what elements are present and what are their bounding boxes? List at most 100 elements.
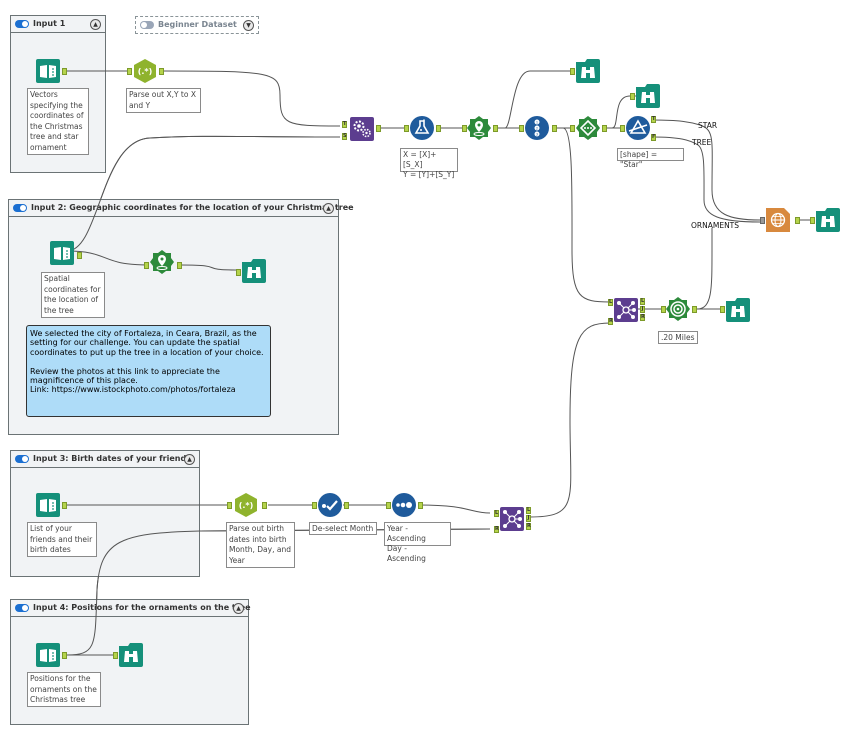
container-toggle[interactable] (15, 455, 29, 463)
input-anchor[interactable] (386, 502, 391, 509)
collapse-icon[interactable]: ▲ (90, 19, 101, 30)
regex-tool-2[interactable]: (.*) (234, 493, 258, 517)
output-anchor[interactable] (376, 125, 381, 132)
input-data-tool-3[interactable] (36, 493, 60, 517)
svg-text:2: 2 (536, 126, 538, 130)
output-anchor[interactable] (62, 502, 67, 509)
binoculars-icon (816, 208, 840, 232)
create-points-tool[interactable] (467, 116, 491, 140)
output-anchor[interactable] (159, 68, 164, 75)
input-anchor[interactable] (144, 262, 149, 269)
input-anchor-right[interactable]: R (494, 526, 499, 533)
input-anchor-multi[interactable] (760, 217, 765, 224)
output-anchor-left[interactable]: L (526, 507, 531, 514)
container-header: Input 4: Positions for the ornaments on … (11, 600, 251, 617)
tool-annotation: De-select Month (309, 522, 377, 535)
container-beginner-dataset[interactable]: Beginner Dataset ▼ (135, 16, 259, 34)
regex-tool-1[interactable]: (.*) (133, 59, 157, 83)
output-anchor[interactable] (177, 262, 182, 269)
regex-icon: (.*) (134, 59, 156, 83)
tool-annotation: Positions for the ornaments on the Chris… (27, 672, 101, 707)
binoculars-icon (636, 84, 660, 108)
output-anchor[interactable] (77, 252, 82, 259)
input-anchor[interactable] (236, 269, 241, 276)
container-toggle[interactable] (13, 204, 27, 212)
output-anchor-false[interactable]: F (651, 134, 656, 141)
input-anchor-right[interactable]: R (608, 318, 613, 325)
output-anchor[interactable] (552, 125, 557, 132)
browse-tool-4[interactable] (726, 298, 750, 322)
input-anchor[interactable] (570, 68, 575, 75)
join-tool-2[interactable] (500, 507, 524, 531)
append-fields-tool[interactable] (350, 117, 374, 141)
select-tool[interactable] (318, 493, 342, 517)
globe-icon (766, 208, 790, 232)
tool-annotation: Parse out X,Y to X and Y (126, 88, 201, 113)
collapse-icon[interactable]: ▲ (184, 454, 195, 465)
numbered-list-icon: 1 2 3 (525, 116, 549, 140)
output-anchor[interactable] (692, 306, 697, 313)
output-anchor[interactable] (418, 502, 423, 509)
collapse-icon[interactable]: ▲ (233, 603, 244, 614)
output-anchor[interactable] (62, 68, 67, 75)
input-anchor-left[interactable]: L (608, 299, 613, 306)
sort-tool[interactable] (392, 493, 416, 517)
input-anchor[interactable] (720, 306, 725, 313)
expand-icon[interactable]: ▼ (243, 20, 254, 31)
output-anchor-join[interactable]: J (526, 515, 531, 522)
wire-label-star: STAR (698, 121, 718, 130)
input-anchor-s[interactable]: S (342, 133, 347, 140)
input-anchor[interactable] (810, 217, 815, 224)
output-anchor-true[interactable]: T (651, 116, 656, 123)
input-anchor-left[interactable]: L (494, 510, 499, 517)
input-anchor-t[interactable]: T (342, 121, 347, 128)
input-anchor[interactable] (519, 125, 524, 132)
container-toggle[interactable] (140, 21, 154, 29)
tool-annotation: Year - Ascending Day - Ascending (384, 522, 451, 563)
tool-annotation: [shape] = "Star" (617, 148, 684, 169)
input-data-tool-4[interactable] (36, 643, 60, 667)
tool-annotation: Vectors specifying the coordinates of th… (27, 88, 89, 155)
output-anchor[interactable] (436, 125, 441, 132)
input-anchor[interactable] (113, 652, 118, 659)
container-toggle[interactable] (15, 20, 29, 28)
input-anchor[interactable] (630, 93, 635, 100)
input-anchor[interactable] (404, 125, 409, 132)
output-anchor-left[interactable]: L (640, 298, 645, 305)
output-anchor[interactable] (602, 125, 607, 132)
browse-tool-6[interactable] (119, 643, 143, 667)
record-id-tool[interactable]: 1 2 3 (525, 116, 549, 140)
input-anchor[interactable] (570, 125, 575, 132)
collapse-icon[interactable]: ▲ (323, 203, 334, 214)
output-anchor[interactable] (62, 652, 67, 659)
output-anchor[interactable] (344, 502, 349, 509)
browse-tool-1[interactable] (576, 59, 600, 83)
output-anchor-right[interactable]: R (526, 523, 531, 530)
tool-annotation: List of your friends and their birth dat… (27, 522, 97, 557)
create-points-tool-2[interactable] (150, 250, 174, 274)
browse-tool-2[interactable] (636, 84, 660, 108)
trade-area-tool[interactable] (666, 297, 690, 321)
container-title: Input 4: Positions for the ornaments on … (33, 603, 251, 612)
container-toggle[interactable] (15, 604, 29, 612)
output-anchor-right[interactable]: R (640, 314, 645, 321)
input-anchor[interactable] (620, 125, 625, 132)
filter-tool[interactable] (626, 116, 650, 140)
report-map-tool[interactable] (766, 208, 790, 232)
output-anchor[interactable] (795, 217, 800, 224)
join-tool-1[interactable] (614, 298, 638, 322)
input-anchor[interactable] (312, 502, 317, 509)
output-anchor-join[interactable]: J (640, 306, 645, 313)
browse-tool-3[interactable] (816, 208, 840, 232)
input-data-tool-1[interactable] (36, 59, 60, 83)
input-data-tool-2[interactable] (50, 241, 74, 265)
browse-tool-5[interactable] (242, 259, 266, 283)
input-anchor[interactable] (127, 68, 132, 75)
book-icon (36, 643, 60, 667)
input-anchor[interactable] (227, 502, 232, 509)
poly-build-tool[interactable] (576, 116, 600, 140)
output-anchor[interactable] (493, 125, 498, 132)
formula-tool[interactable] (410, 116, 434, 140)
output-anchor[interactable] (262, 502, 267, 509)
binoculars-icon (119, 643, 143, 667)
